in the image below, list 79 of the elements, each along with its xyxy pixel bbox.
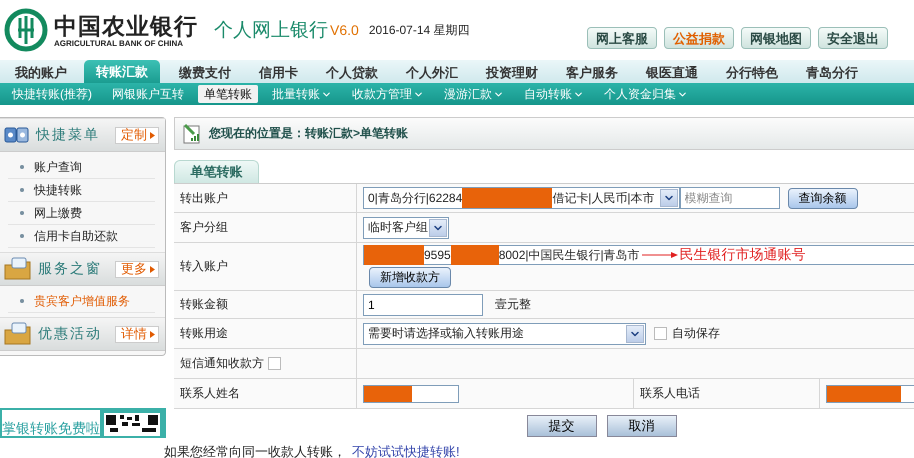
dropdown-arrow-button[interactable] bbox=[660, 189, 678, 207]
sidebar-link[interactable]: 账户查询 bbox=[8, 156, 155, 179]
checkbox-label: 自动保存 bbox=[672, 325, 720, 342]
select-value: 临时客户组 bbox=[367, 219, 428, 236]
tip-text: 如果您经常向同一收款人转账， bbox=[164, 443, 346, 458]
redaction-mark bbox=[364, 245, 424, 265]
query-balance-button[interactable]: 查询余额 bbox=[788, 188, 858, 208]
account-text: 8002|中国民生银行|青岛市 bbox=[498, 246, 640, 264]
section-title: 优惠活动 bbox=[38, 325, 102, 343]
account-text: 9595 bbox=[424, 248, 451, 262]
nav-tab[interactable]: 信用卡 bbox=[248, 63, 309, 83]
field-label: 联系人电话 bbox=[640, 385, 700, 402]
quick-transfer-link[interactable]: 不妨试试快捷转账! bbox=[352, 443, 460, 458]
field-label: 客户分组 bbox=[180, 219, 228, 236]
field-label: 转账用途 bbox=[180, 325, 228, 342]
amount-in-words: 壹元整 bbox=[495, 296, 531, 313]
field-label: 联系人姓名 bbox=[180, 385, 240, 402]
purpose-select[interactable]: 需要时请选择或输入转账用途 bbox=[363, 322, 646, 344]
sidebar-link[interactable]: 网上缴费 bbox=[8, 202, 155, 225]
nav-tab[interactable]: 个人外汇 bbox=[395, 63, 469, 83]
account-select[interactable]: 0|青岛分行|62284 借记卡|人民币|本市 bbox=[363, 187, 680, 209]
field-label: 转出账户 bbox=[180, 190, 228, 206]
dropdown-arrow-button[interactable] bbox=[429, 218, 447, 236]
nav-tab[interactable]: 缴费支付 bbox=[168, 63, 242, 83]
contact-field[interactable] bbox=[363, 384, 459, 402]
folder-icon bbox=[4, 257, 32, 281]
nav-tab[interactable]: 个人贷款 bbox=[315, 63, 389, 83]
checkbox[interactable] bbox=[654, 327, 667, 340]
version-label: V6.0 bbox=[330, 22, 359, 38]
banner-text: 掌银转账免费啦 bbox=[2, 420, 100, 436]
payee-account-field[interactable]: 9595 8002|中国民生银行|青岛市 民生银行市场通账号 bbox=[363, 245, 914, 265]
triangle-icon bbox=[150, 132, 155, 138]
nav-tab[interactable]: 我的账户 bbox=[4, 63, 78, 83]
action-button[interactable]: 取消 bbox=[606, 415, 676, 437]
product-title: 个人网上银行 bbox=[214, 19, 328, 43]
field-label: 转入账户 bbox=[180, 258, 228, 275]
action-button[interactable]: 提交 bbox=[526, 415, 596, 437]
section-button[interactable]: 更多 bbox=[115, 260, 159, 278]
qr-code-icon bbox=[100, 410, 164, 436]
field-label: 转账金额 bbox=[180, 296, 228, 313]
field-label: 短信通知收款方 bbox=[180, 355, 264, 372]
header-button[interactable]: 网上客服 bbox=[587, 27, 657, 49]
triangle-icon bbox=[150, 330, 155, 338]
cards-icon bbox=[4, 125, 30, 145]
account-text: 借记卡|人民币|本市 bbox=[552, 190, 655, 206]
section-title: 快捷菜单 bbox=[36, 126, 100, 144]
annotation-text: 民生银行市场通账号 bbox=[680, 246, 806, 264]
account-text: 0|青岛分行|62284 bbox=[368, 190, 462, 206]
bank-name: 中国农业银行 bbox=[54, 12, 198, 38]
amount-field[interactable]: 1 bbox=[363, 294, 483, 316]
arrow-icon bbox=[640, 251, 680, 259]
add-payee-button[interactable]: 新增收款方 bbox=[369, 267, 451, 288]
bank-logo-icon bbox=[4, 8, 48, 52]
nav-tab[interactable]: 银医直通 bbox=[635, 63, 709, 83]
triangle-icon bbox=[150, 266, 155, 272]
date-label: 2016-07-14 星期四 bbox=[368, 22, 470, 38]
folder-icon bbox=[4, 322, 32, 346]
group-select[interactable]: 临时客户组 bbox=[363, 216, 449, 238]
checkbox[interactable] bbox=[268, 357, 281, 370]
select-value: 需要时请选择或输入转账用途 bbox=[367, 325, 525, 342]
nav-tab[interactable]: 青岛分行 bbox=[795, 63, 869, 83]
header-button[interactable]: 安全退出 bbox=[818, 27, 888, 49]
nav-tab[interactable]: 客户服务 bbox=[555, 63, 629, 83]
header-button[interactable]: 网银地图 bbox=[741, 27, 811, 49]
bank-name-english: AGRICULTURAL BANK OF CHINA bbox=[54, 38, 184, 48]
nav-tab[interactable]: 投资理财 bbox=[475, 63, 549, 83]
section-button[interactable]: 详情 bbox=[115, 326, 159, 342]
search-field[interactable]: 模糊查询 bbox=[680, 187, 780, 209]
nav-tab[interactable]: 分行特色 bbox=[715, 63, 789, 83]
sidebar-link[interactable]: 信用卡自助还款 bbox=[8, 225, 155, 248]
form-tab[interactable]: 单笔转账 bbox=[174, 160, 259, 183]
subnav-item[interactable]: 单笔转账 bbox=[198, 85, 258, 103]
section-title: 服务之窗 bbox=[38, 260, 102, 278]
section-button[interactable]: 定制 bbox=[115, 126, 159, 144]
breadcrumb-text: 您现在的位置是：转账汇款>单笔转账 bbox=[209, 125, 408, 142]
contact-field[interactable] bbox=[826, 384, 914, 402]
sidebar-link[interactable]: 快捷转账 bbox=[8, 179, 155, 202]
dropdown-arrow-button[interactable] bbox=[626, 324, 644, 342]
redaction-mark bbox=[450, 245, 499, 265]
